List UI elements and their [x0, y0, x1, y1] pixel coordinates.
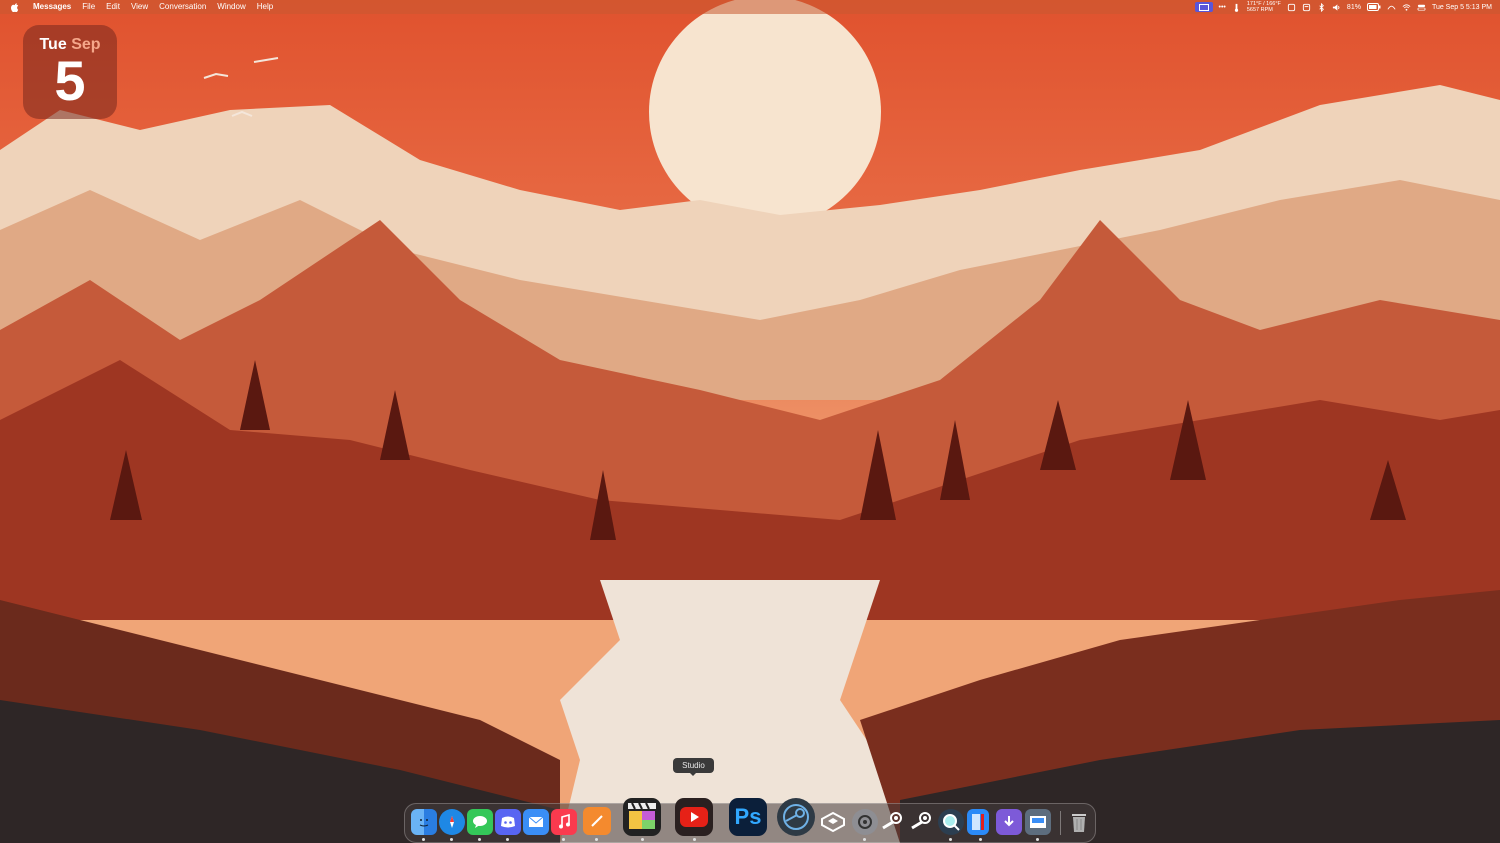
desktop-wallpaper — [0, 0, 1500, 843]
running-indicator — [450, 838, 453, 841]
calendar-widget[interactable]: Tue Sep 5 — [23, 25, 117, 119]
running-indicator — [478, 838, 481, 841]
menu-conversation[interactable]: Conversation — [159, 0, 206, 14]
screen-share-icon[interactable] — [1194, 2, 1213, 12]
running-indicator — [595, 838, 598, 841]
app-store-icon[interactable] — [967, 809, 989, 835]
running-indicator — [562, 838, 565, 841]
widget-day-number: 5 — [54, 49, 86, 112]
steam-icon[interactable] — [880, 809, 906, 835]
running-indicator — [1036, 838, 1039, 841]
control-center-icon[interactable] — [1417, 3, 1426, 12]
finder-icon[interactable] — [411, 809, 437, 835]
dock: Ps — [404, 798, 1096, 843]
dock-tooltip: Studio — [673, 758, 714, 776]
running-indicator — [949, 838, 952, 841]
pages-icon[interactable] — [583, 807, 611, 835]
focus-icon[interactable] — [1387, 3, 1396, 12]
more-icon[interactable]: ••• — [1219, 4, 1226, 11]
trash-icon[interactable] — [1066, 809, 1092, 835]
apple-icon[interactable] — [10, 2, 19, 12]
menu-bar: Messages File Edit View Conversation Win… — [0, 0, 1500, 14]
running-indicator — [506, 838, 509, 841]
running-indicator — [641, 838, 644, 841]
menu-edit[interactable]: Edit — [106, 0, 120, 14]
wifi-icon[interactable] — [1402, 3, 1411, 12]
music-icon[interactable] — [551, 809, 577, 835]
safari-icon[interactable] — [439, 809, 465, 835]
running-indicator — [422, 838, 425, 841]
openai-icon[interactable] — [820, 809, 846, 835]
mail-icon[interactable] — [523, 809, 549, 835]
running-indicator — [863, 838, 866, 841]
menu-clock[interactable]: Tue Sep 5 5:13 PM — [1432, 4, 1492, 11]
discord-icon[interactable] — [495, 809, 521, 835]
downloads-icon[interactable] — [996, 809, 1022, 835]
steam-link-icon[interactable] — [777, 798, 815, 836]
clipboard-icon[interactable] — [1287, 3, 1296, 12]
menu-app-name[interactable]: Messages — [33, 0, 71, 14]
running-indicator — [979, 838, 982, 841]
menu-file[interactable]: File — [82, 0, 95, 14]
preview-icon[interactable] — [1025, 809, 1051, 835]
photoshop-icon[interactable]: Ps — [729, 798, 767, 836]
menu-view[interactable]: View — [131, 0, 148, 14]
bluetooth-icon[interactable] — [1317, 2, 1326, 12]
sensor-readout[interactable]: 171°F / 166°F 5657 RPM — [1247, 1, 1281, 13]
menu-window[interactable]: Window — [217, 0, 245, 14]
notes-icon[interactable] — [1302, 3, 1311, 12]
settings-icon[interactable] — [852, 809, 878, 835]
youtube-icon[interactable] — [675, 798, 713, 836]
steam-icon-2[interactable] — [909, 809, 935, 835]
volume-icon[interactable] — [1332, 3, 1341, 12]
running-indicator — [693, 838, 696, 841]
quicktime-icon[interactable] — [938, 809, 964, 835]
dock-separator — [1060, 811, 1061, 835]
messages-icon[interactable] — [467, 809, 493, 835]
thermometer-icon — [1234, 3, 1238, 12]
fan-readout: 5657 RPM — [1246, 7, 1273, 13]
menu-help[interactable]: Help — [257, 0, 273, 14]
battery-percent: 81% — [1346, 3, 1361, 11]
battery-icon[interactable] — [1366, 3, 1381, 11]
final-cut-icon[interactable] — [623, 798, 661, 836]
